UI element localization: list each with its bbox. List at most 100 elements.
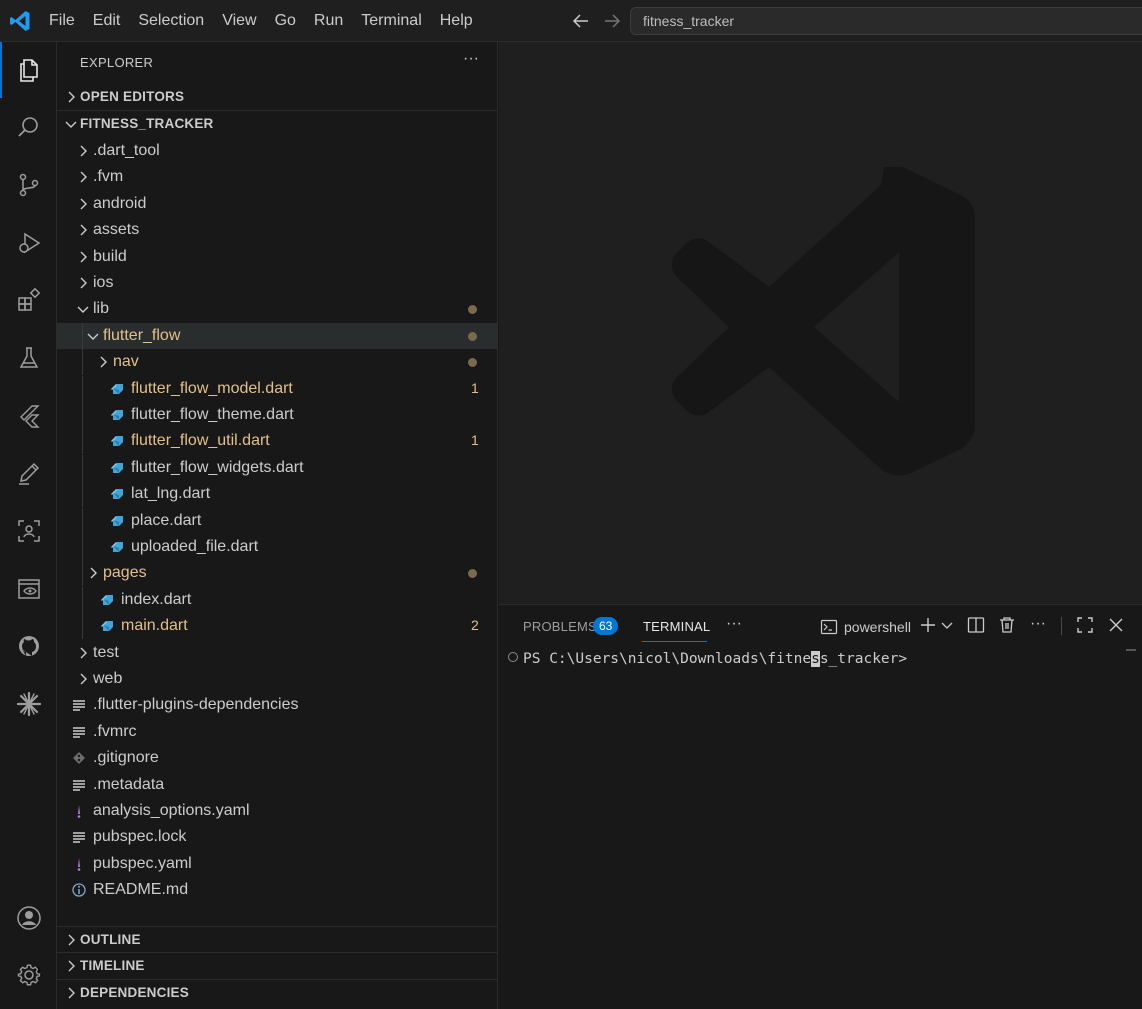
maximize-panel-icon[interactable] [1076, 616, 1094, 634]
tree-folder[interactable]: ios [57, 270, 498, 296]
forward-arrow-icon[interactable] [601, 10, 623, 32]
terminal-scrollbar[interactable] [1126, 649, 1136, 655]
menu-item-terminal[interactable]: Terminal [352, 0, 430, 42]
asterisk-icon[interactable] [0, 676, 57, 732]
tree-item-label: .flutter-plugins-dependencies [93, 696, 299, 714]
command-decoration-icon [508, 652, 518, 662]
menu-item-run[interactable]: Run [305, 0, 352, 42]
more-actions-button[interactable]: ··· [460, 50, 482, 72]
split-terminal-icon[interactable] [967, 616, 985, 634]
tree-file[interactable]: .gitignore [57, 745, 498, 771]
extensions-icon[interactable] [0, 272, 57, 328]
tree-folder[interactable]: lib [57, 296, 498, 322]
tree-item-label: main.dart [121, 617, 188, 635]
panel-more-button[interactable]: ··· [726, 615, 742, 633]
search-icon[interactable] [0, 99, 57, 155]
tree-folder[interactable]: web [57, 666, 498, 692]
tree-folder[interactable]: build [57, 244, 498, 270]
chevron-right-icon [100, 356, 107, 368]
tree-file[interactable]: main.dart 2 [57, 613, 498, 640]
explorer-icon[interactable] [0, 42, 57, 98]
yaml-file-icon [77, 857, 81, 871]
tab-terminal[interactable]: TERMINAL [643, 619, 710, 634]
close-panel-icon[interactable] [1107, 616, 1125, 634]
tree-file[interactable]: pubspec.yaml [57, 851, 498, 877]
chevron-right-icon [80, 647, 87, 659]
indent-guide [82, 375, 83, 402]
chevron-down-icon[interactable] [940, 616, 954, 634]
new-terminal-icon[interactable] [919, 616, 937, 634]
indent-guide [82, 454, 83, 481]
tree-file[interactable]: flutter_flow_model.dart 1 [57, 375, 498, 402]
tree-file[interactable]: index.dart [57, 586, 498, 613]
tree-folder[interactable]: .fvm [57, 164, 498, 190]
preview-icon[interactable] [0, 561, 57, 617]
section-dependencies[interactable]: DEPENDENCIES [57, 979, 498, 1005]
menu-item-selection[interactable]: Selection [129, 0, 213, 42]
tree-file[interactable]: flutter_flow_util.dart 1 [57, 428, 498, 455]
tree-file[interactable]: place.dart [57, 507, 498, 534]
indent-guide [82, 534, 83, 560]
tree-folder[interactable]: pages [57, 560, 498, 587]
account-icon[interactable] [0, 890, 57, 946]
indent-guide [82, 507, 83, 534]
menu-item-file[interactable]: File [40, 0, 84, 42]
tree-item-label: .fvm [93, 168, 124, 186]
tree-folder[interactable]: nav [57, 349, 498, 376]
menu-item-help[interactable]: Help [431, 0, 482, 42]
tree-item-label: README.md [93, 881, 189, 899]
tree-file[interactable]: .fvmrc [57, 719, 498, 745]
tree-file[interactable]: .metadata [57, 772, 498, 798]
tree-file[interactable]: README.md [57, 877, 498, 903]
scan-icon[interactable] [0, 503, 57, 559]
dart-file-icon [101, 621, 113, 632]
chevron-right-icon [90, 567, 97, 579]
edit-icon[interactable] [0, 445, 57, 501]
chevron-right-icon [80, 198, 87, 210]
testing-icon[interactable] [0, 330, 57, 386]
section-project[interactable]: FITNESS_TRACKER [57, 110, 498, 137]
menu-item-view[interactable]: View [213, 0, 265, 42]
tree-file[interactable]: lat_lng.dart [57, 481, 498, 508]
tree-file[interactable]: flutter_flow_theme.dart [57, 402, 498, 428]
section-outline[interactable]: OUTLINE [57, 926, 498, 952]
source-control-icon[interactable] [0, 157, 57, 213]
chevron-right-icon [68, 960, 75, 972]
terminal-shell-selector[interactable]: powershell [820, 617, 911, 637]
tree-file[interactable]: .flutter-plugins-dependencies [57, 692, 498, 718]
back-arrow-icon[interactable] [570, 10, 592, 32]
tree-file[interactable]: uploaded_file.dart [57, 534, 498, 560]
section-timeline[interactable]: TIMELINE [57, 952, 498, 978]
command-center-search[interactable]: fitness_tracker [630, 7, 1142, 35]
title-bar: File Edit Selection View Go Run Terminal Help f… [0, 0, 1142, 42]
trash-icon[interactable] [998, 616, 1016, 634]
github-icon[interactable] [0, 618, 57, 674]
flutter-icon[interactable] [0, 388, 57, 444]
menu-item-edit[interactable]: Edit [84, 0, 130, 42]
explorer-title: EXPLORER [80, 55, 154, 70]
tree-folder[interactable]: .dart_tool [57, 138, 498, 164]
terminal-output[interactable]: PS C:\Users\nicol\Downloads\fitness_trac… [508, 651, 907, 667]
terminal-more-button[interactable]: ··· [1030, 615, 1046, 633]
text-file-icon [73, 779, 85, 791]
tree-item-label: .dart_tool [93, 142, 160, 159]
section-label: OPEN EDITORS [80, 89, 185, 104]
tree-file[interactable]: analysis_options.yaml [57, 798, 498, 824]
section-open-editors[interactable]: OPEN EDITORS [57, 84, 498, 110]
tree-folder[interactable]: test [57, 640, 498, 666]
tree-item-label: android [93, 194, 147, 212]
text-file-icon [73, 832, 85, 844]
toolbar-separator [1061, 617, 1062, 635]
tree-folder[interactable]: flutter_flow [57, 322, 498, 349]
tab-problems[interactable]: PROBLEMS [523, 619, 597, 634]
menu-item-go[interactable]: Go [266, 0, 305, 42]
modified-dot [468, 569, 477, 579]
tree-file[interactable]: flutter_flow_widgets.dart [57, 454, 498, 481]
tree-folder[interactable]: assets [57, 217, 498, 243]
tree-item-label: assets [93, 221, 140, 239]
run-debug-icon[interactable] [0, 215, 57, 271]
tree-folder[interactable]: android [57, 191, 498, 217]
tree-file[interactable]: pubspec.lock [57, 824, 498, 850]
editor-area[interactable] [499, 42, 1142, 604]
settings-gear-icon[interactable] [0, 947, 57, 1003]
